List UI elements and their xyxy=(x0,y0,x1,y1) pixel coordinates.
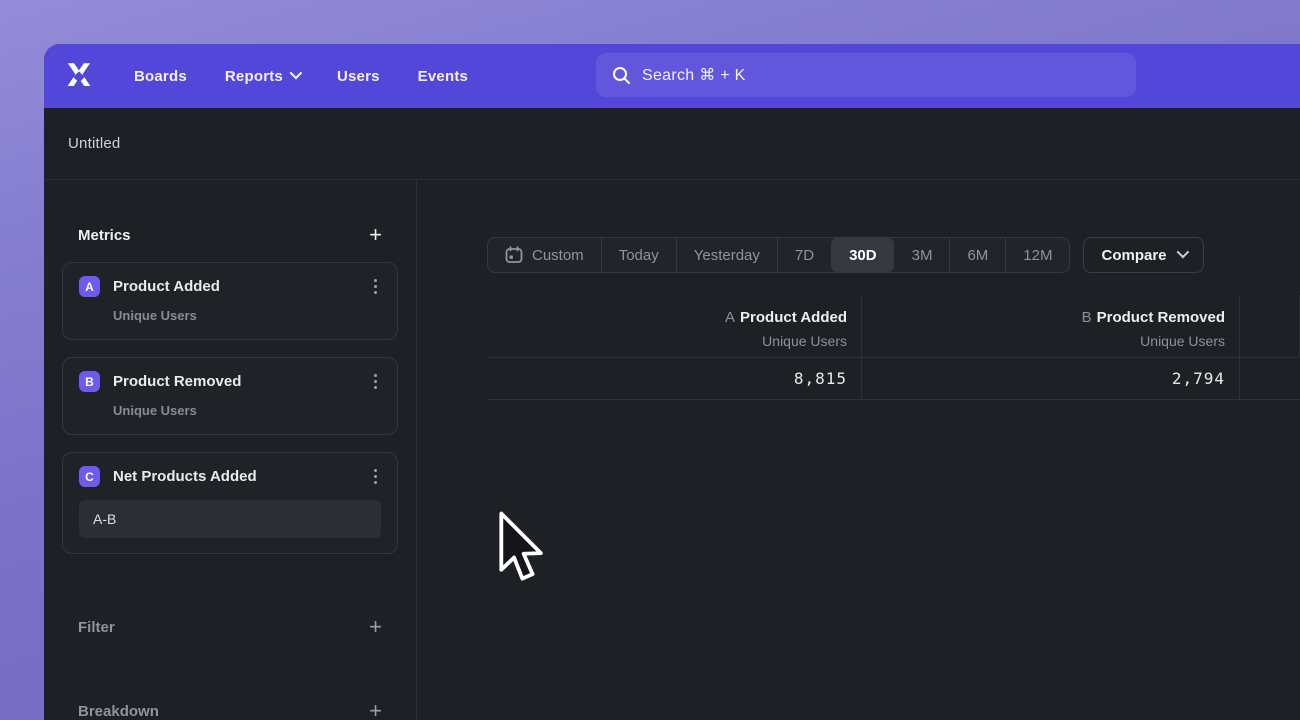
range-label: 12M xyxy=(1023,247,1052,264)
nav-item-boards[interactable]: Boards xyxy=(134,68,187,85)
nav-item-label: Reports xyxy=(225,68,283,85)
top-nav: X Boards Reports Users Events Search xyxy=(44,44,1300,108)
range-30d-selected[interactable]: 30D xyxy=(831,238,894,272)
report-header: Untitled xyxy=(44,108,1300,180)
range-today[interactable]: Today xyxy=(601,238,676,272)
results-table: A Product Added Unique Users B Product Rem… xyxy=(487,295,1300,400)
filter-label: Filter xyxy=(78,619,115,636)
date-range-selector: Custom Today Yesterday 7D 30D 3M 6M 12M xyxy=(487,237,1070,273)
range-label: 6M xyxy=(967,247,988,264)
kebab-menu-icon[interactable] xyxy=(370,277,381,296)
range-6m[interactable]: 6M xyxy=(949,238,1005,272)
breakdown-section: Breakdown + xyxy=(62,700,398,720)
breakdown-label: Breakdown xyxy=(78,703,159,720)
metric-card-b[interactable]: B Product Removed Unique Users xyxy=(62,357,398,435)
metric-badge: B xyxy=(79,371,100,392)
chevron-down-icon xyxy=(290,67,303,80)
metrics-header: Metrics + xyxy=(62,224,398,246)
nav-item-events[interactable]: Events xyxy=(418,68,468,85)
metric-subtitle[interactable]: Unique Users xyxy=(113,308,381,323)
range-3m[interactable]: 3M xyxy=(894,238,950,272)
metric-card-c[interactable]: C Net Products Added A-B xyxy=(62,452,398,554)
filter-section: Filter + xyxy=(62,616,398,638)
metric-value: 8,815 xyxy=(794,369,847,388)
value-cell-spacer xyxy=(1240,357,1300,400)
metric-title: Product Added xyxy=(113,278,370,295)
query-sidebar: Metrics + A Product Added Unique Users B… xyxy=(44,180,417,720)
range-label: 7D xyxy=(795,247,814,264)
metric-card-a[interactable]: A Product Added Unique Users xyxy=(62,262,398,340)
range-yesterday[interactable]: Yesterday xyxy=(676,238,777,272)
column-prefix: B xyxy=(1082,309,1092,326)
compare-label: Compare xyxy=(1101,247,1166,264)
nav-item-label: Users xyxy=(337,68,380,85)
range-12m[interactable]: 12M xyxy=(1005,238,1069,272)
range-label: Yesterday xyxy=(694,247,760,264)
search-input[interactable]: Search ⌘ + K xyxy=(596,53,1136,97)
search-icon xyxy=(612,66,631,85)
chevron-down-icon xyxy=(1176,246,1189,259)
compare-button[interactable]: Compare xyxy=(1083,237,1203,273)
column-header-a: A Product Added Unique Users xyxy=(487,295,862,357)
metric-value: 2,794 xyxy=(1172,369,1225,388)
column-header-b: B Product Removed Unique Users xyxy=(862,295,1240,357)
kebab-menu-icon[interactable] xyxy=(370,372,381,391)
column-title: Product Removed xyxy=(1097,309,1225,326)
column-subtitle: Unique Users xyxy=(487,333,847,349)
search-placeholder: Search ⌘ + K xyxy=(642,65,746,85)
column-subtitle: Unique Users xyxy=(862,333,1225,349)
report-title[interactable]: Untitled xyxy=(68,135,120,152)
nav-item-reports[interactable]: Reports xyxy=(225,68,299,85)
metrics-label: Metrics xyxy=(78,227,131,244)
metric-badge: A xyxy=(79,276,100,297)
mixpanel-logo-icon[interactable]: X xyxy=(62,59,96,93)
range-label: 30D xyxy=(849,247,877,264)
date-toolbar: Custom Today Yesterday 7D 30D 3M 6M 12M … xyxy=(487,237,1204,273)
range-7d[interactable]: 7D xyxy=(777,238,831,272)
range-label: Today xyxy=(619,247,659,264)
column-title: Product Added xyxy=(740,309,847,326)
results-panel: Custom Today Yesterday 7D 30D 3M 6M 12M … xyxy=(417,180,1300,720)
range-custom[interactable]: Custom xyxy=(488,238,601,272)
formula-value: A-B xyxy=(93,511,116,527)
nav-item-users[interactable]: Users xyxy=(337,68,380,85)
column-prefix: A xyxy=(725,309,735,326)
kebab-menu-icon[interactable] xyxy=(370,467,381,486)
add-breakdown-button[interactable]: + xyxy=(369,700,382,720)
metric-badge: C xyxy=(79,466,100,487)
column-header-spacer xyxy=(1240,295,1300,357)
calendar-icon xyxy=(505,246,523,264)
metric-subtitle[interactable]: Unique Users xyxy=(113,403,381,418)
app-window: X Boards Reports Users Events Search xyxy=(44,44,1300,720)
add-filter-button[interactable]: + xyxy=(369,616,382,638)
metric-title: Net Products Added xyxy=(113,468,370,485)
nav-items: Boards Reports Users Events xyxy=(134,68,468,85)
formula-input[interactable]: A-B xyxy=(79,500,381,538)
nav-item-label: Events xyxy=(418,68,468,85)
add-metric-button[interactable]: + xyxy=(369,224,382,246)
metric-title: Product Removed xyxy=(113,373,370,390)
value-cell-b[interactable]: 2,794 xyxy=(862,357,1240,400)
range-label: 3M xyxy=(912,247,933,264)
nav-item-label: Boards xyxy=(134,68,187,85)
value-cell-a[interactable]: 8,815 xyxy=(487,357,862,400)
range-label: Custom xyxy=(532,247,584,264)
